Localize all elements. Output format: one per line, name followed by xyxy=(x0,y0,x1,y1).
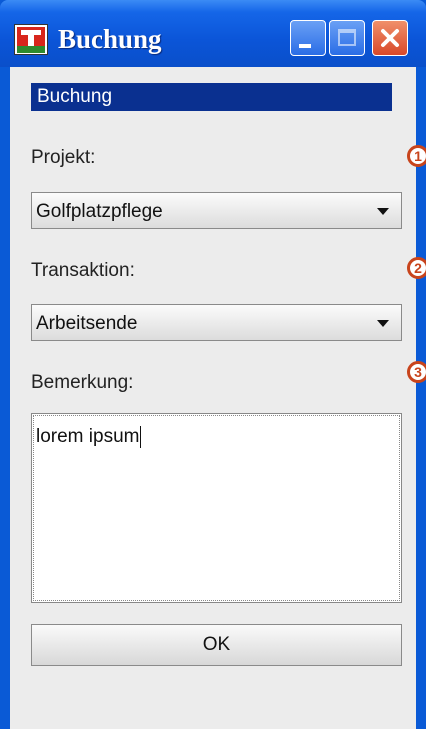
chevron-down-icon xyxy=(377,320,389,327)
booking-window: Buchung Buchung Projekt: Golfplatzpflege… xyxy=(0,0,426,729)
minimize-icon xyxy=(299,44,311,48)
bemerkung-text: lorem ipsum xyxy=(36,426,140,448)
bemerkung-label: Bemerkung: xyxy=(31,372,134,393)
maximize-button[interactable] xyxy=(329,20,365,56)
form-panel: Buchung Projekt: Golfplatzpflege Transak… xyxy=(10,67,416,729)
close-icon xyxy=(381,29,399,47)
projekt-label: Projekt: xyxy=(31,147,96,168)
transaktion-label: Transaktion: xyxy=(31,260,135,281)
window-title: Buchung xyxy=(58,24,162,54)
step-marker-1: 1 xyxy=(407,145,426,167)
app-logo-icon xyxy=(14,24,48,55)
text-caret xyxy=(140,426,142,448)
chevron-down-icon xyxy=(377,208,389,215)
transaktion-select[interactable]: Arbeitsende xyxy=(31,304,402,341)
step-marker-3: 3 xyxy=(407,361,426,383)
close-button[interactable] xyxy=(372,20,408,56)
ok-button[interactable]: OK xyxy=(31,624,402,666)
bemerkung-textarea[interactable]: lorem ipsum xyxy=(31,413,402,603)
form-header: Buchung xyxy=(31,83,392,111)
minimize-button[interactable] xyxy=(290,20,326,56)
projekt-select[interactable]: Golfplatzpflege xyxy=(31,192,402,229)
title-bar[interactable]: Buchung xyxy=(0,0,426,67)
step-marker-2: 2 xyxy=(407,257,426,279)
projekt-select-value: Golfplatzpflege xyxy=(36,201,163,222)
transaktion-select-value: Arbeitsende xyxy=(36,313,138,334)
maximize-icon xyxy=(338,29,356,46)
